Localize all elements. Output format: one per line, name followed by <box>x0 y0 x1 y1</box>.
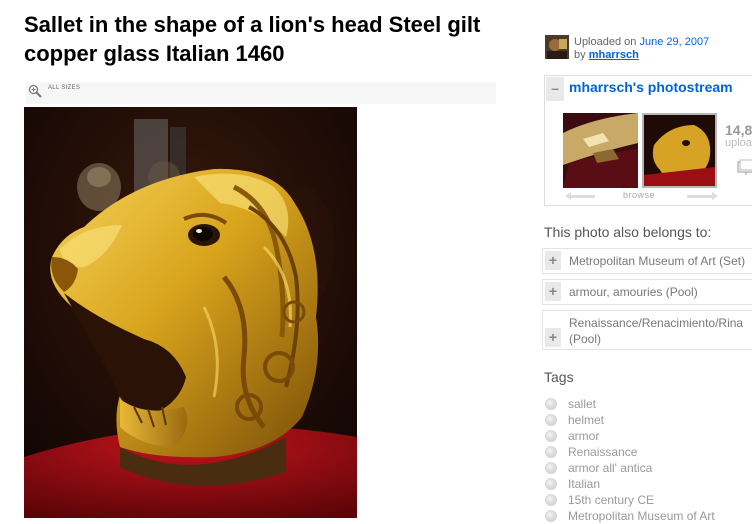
tag-globe-icon[interactable] <box>545 462 557 474</box>
upload-count: 14,8 <box>725 122 752 138</box>
tag-globe-icon[interactable] <box>545 398 557 410</box>
tag-link[interactable]: Italian <box>568 476 600 492</box>
plus-icon[interactable]: + <box>545 282 561 301</box>
photostream-thumb-prev[interactable] <box>563 113 638 188</box>
browse-left-bar <box>569 195 595 198</box>
photo-title: Sallet in the shape of a lion's head Ste… <box>24 12 481 66</box>
tag-globe-icon[interactable] <box>545 446 557 458</box>
by-prefix: by <box>574 49 586 61</box>
tag-link[interactable]: armor <box>568 428 599 444</box>
tag-link[interactable]: Metropolitan Museum of Art <box>568 508 715 524</box>
avatar[interactable] <box>545 35 569 59</box>
main-photo[interactable] <box>24 107 357 518</box>
set-name[interactable]: armour, amouries (Pool) <box>569 284 698 300</box>
thumb-prev-image <box>563 113 638 188</box>
tag-globe-icon[interactable] <box>545 478 557 490</box>
tag-globe-icon[interactable] <box>545 430 557 442</box>
upload-date-link[interactable]: June 29, 2007 <box>639 36 709 48</box>
tag-globe-icon[interactable] <box>545 414 557 426</box>
set-item-renaissance[interactable]: + Renaissance/Renacimiento/Rina (Pool) <box>542 310 752 350</box>
tags-heading: Tags <box>544 369 574 385</box>
set-item-armour[interactable]: + armour, amouries (Pool) <box>542 279 752 305</box>
tag-globe-icon[interactable] <box>545 510 557 522</box>
collapse-toggle[interactable]: – <box>546 77 564 101</box>
set-name[interactable]: Metropolitan Museum of Art (Set) <box>569 253 745 269</box>
all-sizes-label: ALL SIZES <box>48 85 81 91</box>
tag-globe-icon[interactable] <box>545 494 557 506</box>
uploaded-prefix: Uploaded on <box>574 36 637 48</box>
browse-right-bar <box>687 195 713 198</box>
upload-count-label: uploa <box>725 137 752 149</box>
tag-link[interactable]: 15th century CE <box>568 492 654 508</box>
tag-link[interactable]: sallet <box>568 396 596 412</box>
owner-link[interactable]: mharrsch <box>589 49 639 61</box>
plus-icon[interactable]: + <box>545 328 561 347</box>
set-name-line2[interactable]: (Pool) <box>569 331 601 347</box>
thumb-current-image <box>644 115 715 186</box>
tag-link[interactable]: helmet <box>568 412 604 428</box>
upload-meta: Uploaded on June 29, 2007 by mharrsch <box>574 36 752 62</box>
plus-icon[interactable]: + <box>545 251 561 270</box>
browse-label: browse <box>623 190 656 200</box>
tag-link[interactable]: Renaissance <box>568 444 637 460</box>
photo-stack-icon[interactable] <box>737 159 752 175</box>
magnifier-icon <box>28 84 42 98</box>
browse-bar[interactable]: browse <box>561 190 718 202</box>
set-name[interactable]: Renaissance/Renacimiento/Rina <box>569 315 743 331</box>
browse-right-arrow-icon[interactable] <box>712 192 718 200</box>
photostream-title-link[interactable]: mharrsch's photostream <box>569 79 733 95</box>
tag-link[interactable]: armor all' antica <box>568 460 652 476</box>
all-sizes-button[interactable]: ALL SIZES <box>26 82 496 104</box>
set-item-metropolitan[interactable]: + Metropolitan Museum of Art (Set) <box>542 248 752 274</box>
belongs-heading: This photo also belongs to: <box>544 224 712 240</box>
photostream-thumb-current[interactable] <box>642 113 717 188</box>
photostream-panel: – mharrsch's photostream 14,8 uploa brow… <box>544 75 752 206</box>
lion-helmet-image <box>24 107 357 518</box>
